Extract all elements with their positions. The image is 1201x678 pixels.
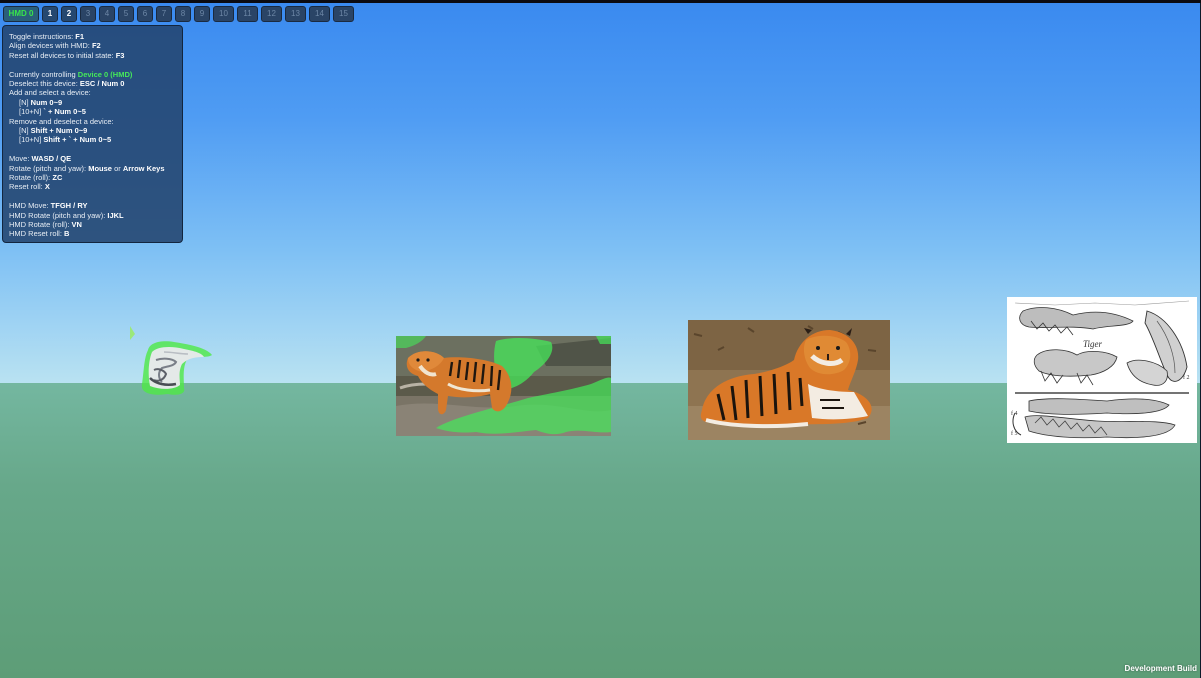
instruction-reset: Reset all devices to initial state: F3	[9, 51, 176, 60]
instruction-text: HMD Move:	[9, 201, 51, 211]
instruction-hmd-reset-roll: HMD Reset roll: B	[9, 229, 176, 238]
device-button-7[interactable]: 7	[156, 6, 172, 22]
key-label: IJKL	[107, 210, 124, 220]
development-build-label: Development Build	[1124, 664, 1197, 673]
device-button-3[interactable]: 3	[80, 6, 96, 22]
svg-text:f 4: f 4	[1011, 410, 1018, 417]
instruction-add-title: Add and select a device:	[9, 88, 91, 98]
current-device-label: Device 0 (HMD)	[77, 69, 133, 79]
instruction-text: Currently controlling	[9, 69, 78, 79]
device-button-1[interactable]: 1	[42, 6, 58, 22]
instruction-text: Move:	[9, 154, 32, 164]
key-label: F1	[75, 32, 85, 41]
key-label: VN	[71, 220, 82, 230]
instruction-roll: Rotate (roll): ZC	[9, 173, 176, 182]
device-button-4[interactable]: 4	[99, 6, 115, 22]
device-button-15[interactable]: 15	[333, 6, 354, 22]
instruction-hmd-rotate: HMD Rotate (pitch and yaw): IJKL	[9, 211, 176, 220]
key-label: X	[44, 182, 50, 192]
instruction-text: [N]	[19, 97, 31, 107]
drawing-label: Tiger	[1083, 339, 1103, 349]
device-button-hmd[interactable]: HMD 0	[3, 6, 39, 22]
instruction-text: HMD Rotate (pitch and yaw):	[9, 210, 108, 220]
instruction-reset-roll: Reset roll: X	[9, 182, 176, 191]
key-label: ` + Num 0~5	[43, 107, 86, 117]
instruction-text: Rotate (roll):	[9, 173, 53, 183]
key-label: Shift + Num 0~9	[30, 126, 88, 136]
instruction-hmd-roll: HMD Rotate (roll): VN	[9, 220, 176, 229]
svg-text:f 2: f 2	[1183, 374, 1190, 381]
tiger-skull-drawing[interactable]: f 4 f 5 f 2 Tiger	[1007, 297, 1197, 443]
key-label: ZC	[52, 173, 63, 183]
window-top-border	[0, 0, 1201, 3]
tiger-photo-segmented[interactable]	[396, 336, 611, 436]
instruction-text: Toggle instructions:	[9, 32, 76, 41]
instructions-panel: Toggle instructions: F1 Align devices wi…	[2, 25, 183, 243]
key-label: Arrow Keys	[122, 163, 165, 173]
instruction-deselect: Deselect this device: ESC / Num 0	[9, 79, 176, 88]
device-button-8[interactable]: 8	[175, 6, 191, 22]
instruction-remove-line2: [10+N] Shift + ` + Num 0~5	[9, 135, 176, 144]
svg-text:f 5: f 5	[1011, 430, 1018, 437]
device-button-11[interactable]: 11	[237, 6, 258, 22]
device-button-13[interactable]: 13	[285, 6, 306, 22]
device-button-12[interactable]: 12	[261, 6, 282, 22]
instruction-text: [10+N]	[19, 107, 44, 117]
instruction-text: HMD Rotate (roll):	[9, 220, 72, 230]
instruction-remove-title: Remove and deselect a device:	[9, 116, 114, 126]
instruction-text: HMD Reset roll:	[9, 229, 65, 239]
device-selector-bar: HMD 0 1 2 3 4 5 6 7 8 9 10 11 12 13 14 1…	[3, 6, 354, 22]
tiger-3d-shape[interactable]	[128, 322, 218, 400]
instruction-text: Reset roll:	[9, 182, 45, 192]
key-label: B	[64, 229, 70, 239]
instruction-rotate: Rotate (pitch and yaw): Mouse or Arrow K…	[9, 164, 176, 173]
key-label: ESC / Num 0	[79, 79, 125, 89]
instruction-hmd-move: HMD Move: TFGH / RY	[9, 201, 176, 210]
instruction-add-line2: [10+N] ` + Num 0~5	[9, 107, 176, 116]
device-button-14[interactable]: 14	[309, 6, 330, 22]
tiger-photo-lying[interactable]	[688, 320, 890, 440]
instruction-move: Move: WASD / QE	[9, 154, 176, 163]
key-label: WASD / QE	[31, 154, 72, 164]
device-button-10[interactable]: 10	[213, 6, 234, 22]
instruction-toggle: Toggle instructions: F1	[9, 32, 176, 41]
key-label: Mouse	[88, 163, 112, 173]
instruction-text: Reset all devices to initial state:	[9, 50, 116, 60]
instruction-controlling: Currently controlling Device 0 (HMD)	[9, 70, 176, 79]
key-label: F3	[115, 50, 125, 60]
key-label: TFGH / RY	[50, 201, 88, 211]
key-label: Shift + ` + Num 0~5	[43, 135, 112, 145]
device-button-2[interactable]: 2	[61, 6, 77, 22]
device-button-9[interactable]: 9	[194, 6, 210, 22]
device-button-6[interactable]: 6	[137, 6, 153, 22]
key-label: Num 0~9	[30, 97, 63, 107]
instruction-text: Align devices with HMD:	[9, 41, 92, 51]
key-label: F2	[91, 41, 101, 51]
instruction-text: Rotate (pitch and yaw):	[9, 163, 89, 173]
device-button-5[interactable]: 5	[118, 6, 134, 22]
instruction-add-line1: [N] Num 0~9	[9, 98, 176, 107]
instruction-text: [N]	[19, 126, 31, 136]
instruction-text: [10+N]	[19, 135, 44, 145]
instruction-align: Align devices with HMD: F2	[9, 41, 176, 50]
instruction-text: Deselect this device:	[9, 79, 80, 89]
instruction-text: or	[111, 163, 123, 173]
instruction-remove-line1: [N] Shift + Num 0~9	[9, 126, 176, 135]
